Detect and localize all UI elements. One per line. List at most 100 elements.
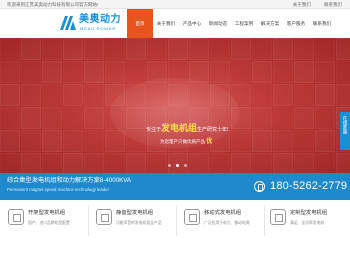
banner-tile bbox=[294, 153, 314, 173]
banner-tile bbox=[231, 61, 251, 83]
banner-tile bbox=[0, 153, 20, 173]
banner-tile bbox=[0, 107, 20, 129]
banner-tile bbox=[189, 38, 209, 60]
banner-tile bbox=[315, 38, 335, 60]
banner-subline-text: 为您量产只做优质产品 bbox=[160, 139, 205, 144]
nav-item-home[interactable]: 首页 bbox=[127, 9, 153, 38]
banner-tile bbox=[168, 38, 188, 60]
banner-tile bbox=[315, 153, 335, 173]
banner-tile bbox=[336, 38, 350, 60]
service-desc: 广泛应用于电力、移动电源 bbox=[204, 221, 250, 225]
nav-item-about[interactable]: 关于我们 bbox=[153, 9, 179, 38]
banner-tile bbox=[231, 153, 251, 173]
banner-tile bbox=[84, 107, 104, 129]
logo-text-cn: 美奥动力 bbox=[79, 14, 121, 25]
banner-tile bbox=[84, 38, 104, 60]
banner-tile bbox=[294, 107, 314, 129]
banner-tile bbox=[105, 153, 125, 173]
banner-tile bbox=[84, 130, 104, 152]
strip-title: 综合集型发电机组和动力解决方案8-4000KVA bbox=[7, 177, 131, 184]
banner-tile bbox=[63, 153, 83, 173]
service-card-silent[interactable]: 静音型发电机组 功能声音的发电机组全产品 bbox=[88, 206, 177, 256]
service-title: 移动式发电机组 bbox=[204, 210, 242, 216]
nav-item-products[interactable]: 产品中心 bbox=[179, 9, 205, 38]
banner-tile bbox=[273, 153, 293, 173]
banner-tile bbox=[42, 153, 62, 173]
banner-tile bbox=[105, 38, 125, 60]
service-card-open[interactable]: 开架型发电机组 国产、进口品牌机型配置 bbox=[0, 206, 89, 256]
banner-tile bbox=[42, 84, 62, 106]
banner-tile bbox=[231, 130, 251, 152]
banner-tile bbox=[210, 61, 230, 83]
carousel-dot-active[interactable] bbox=[176, 164, 179, 167]
banner-slogan-suffix: 生产研究十年! bbox=[197, 127, 229, 133]
banner-tile bbox=[63, 84, 83, 106]
banner-tile bbox=[315, 61, 335, 83]
banner-tile bbox=[294, 38, 314, 60]
banner-tile bbox=[336, 153, 350, 173]
banner-tile bbox=[273, 61, 293, 83]
banner-tile bbox=[273, 107, 293, 129]
top-bar: 欢迎来到江苏美奥动力科技有限公司官方网站! 关于我们 联系我们 bbox=[0, 0, 350, 9]
mobile-icon bbox=[184, 209, 200, 225]
banner-tile bbox=[336, 84, 350, 106]
logo-mark-icon bbox=[60, 16, 76, 30]
logo[interactable]: 美奥动力 MEAO POWER bbox=[60, 14, 124, 34]
banner-tile bbox=[42, 130, 62, 152]
banner-tile bbox=[252, 130, 272, 152]
service-desc: 满足、全功率发电机 bbox=[290, 221, 325, 225]
banner-subline: 为您量产只做优质产品 优 bbox=[160, 138, 212, 146]
banner-tile bbox=[336, 61, 350, 83]
carousel-dots bbox=[168, 164, 187, 167]
nav-item-cases[interactable]: 工程案例 bbox=[231, 9, 257, 38]
online-service-tab[interactable]: 在线客服 bbox=[340, 112, 350, 150]
banner-tile bbox=[210, 153, 230, 173]
banner-tile bbox=[21, 84, 41, 106]
service-title: 开架型发电机组 bbox=[28, 210, 66, 216]
banner-tile bbox=[0, 130, 20, 152]
banner-tile bbox=[126, 38, 146, 60]
banner-tile bbox=[63, 107, 83, 129]
banner-tile bbox=[21, 130, 41, 152]
banner-tile bbox=[63, 61, 83, 83]
banner-slogan: 专注于发电机组生产研究十年! bbox=[146, 124, 228, 134]
banner-subline-em: 优 bbox=[206, 139, 213, 145]
nav-item-news[interactable]: 新闻动态 bbox=[205, 9, 231, 38]
banner-tile bbox=[210, 38, 230, 60]
banner-tile bbox=[84, 61, 104, 83]
banner-tile bbox=[105, 61, 125, 83]
online-service-label: 在线客服 bbox=[343, 116, 348, 134]
generator-icon bbox=[8, 209, 24, 225]
banner-tile bbox=[294, 61, 314, 83]
banner-tile bbox=[21, 38, 41, 60]
banner-tile bbox=[294, 84, 314, 106]
banner-tile bbox=[21, 107, 41, 129]
carousel-dot[interactable] bbox=[184, 164, 187, 167]
top-link-contact[interactable]: 联系我们 bbox=[324, 2, 342, 7]
nav-item-solutions[interactable]: 解决方案 bbox=[257, 9, 283, 38]
service-desc: 功能声音的发电机组全产品 bbox=[116, 221, 162, 225]
banner-tile bbox=[0, 61, 20, 83]
hotline-number[interactable]: 180-5262-2779 bbox=[270, 179, 347, 193]
banner-slogan-highlight: 发电机组 bbox=[161, 123, 198, 133]
banner-tile bbox=[21, 61, 41, 83]
info-strip: 综合集型发电机组和动力解决方案8-4000KVA Permanent magne… bbox=[0, 173, 350, 200]
banner-tile bbox=[294, 130, 314, 152]
service-card-custom[interactable]: 定制型发电机组 满足、全功率发电机 bbox=[262, 206, 350, 256]
hero-banner[interactable]: 专注于发电机组生产研究十年! 为您量产只做优质产品 优 bbox=[0, 38, 350, 173]
strip-subtitle: Permanent magnet speed machine technolog… bbox=[7, 187, 109, 192]
top-links: 关于我们 联系我们 bbox=[281, 1, 342, 8]
banner-tile bbox=[315, 84, 335, 106]
banner-tile bbox=[21, 153, 41, 173]
banner-tile bbox=[252, 38, 272, 60]
banner-tile bbox=[252, 107, 272, 129]
carousel-dot[interactable] bbox=[168, 164, 171, 167]
top-link-about[interactable]: 关于我们 bbox=[293, 2, 311, 7]
banner-tile bbox=[42, 38, 62, 60]
service-card-mobile[interactable]: 移动式发电机组 广泛应用于电力、移动电源 bbox=[176, 206, 265, 256]
banner-tile bbox=[252, 153, 272, 173]
banner-tile bbox=[315, 107, 335, 129]
nav-item-service[interactable]: 客户服务 bbox=[283, 9, 309, 38]
phone-icon bbox=[254, 181, 265, 192]
nav-item-contact[interactable]: 联系我们 bbox=[309, 9, 335, 38]
